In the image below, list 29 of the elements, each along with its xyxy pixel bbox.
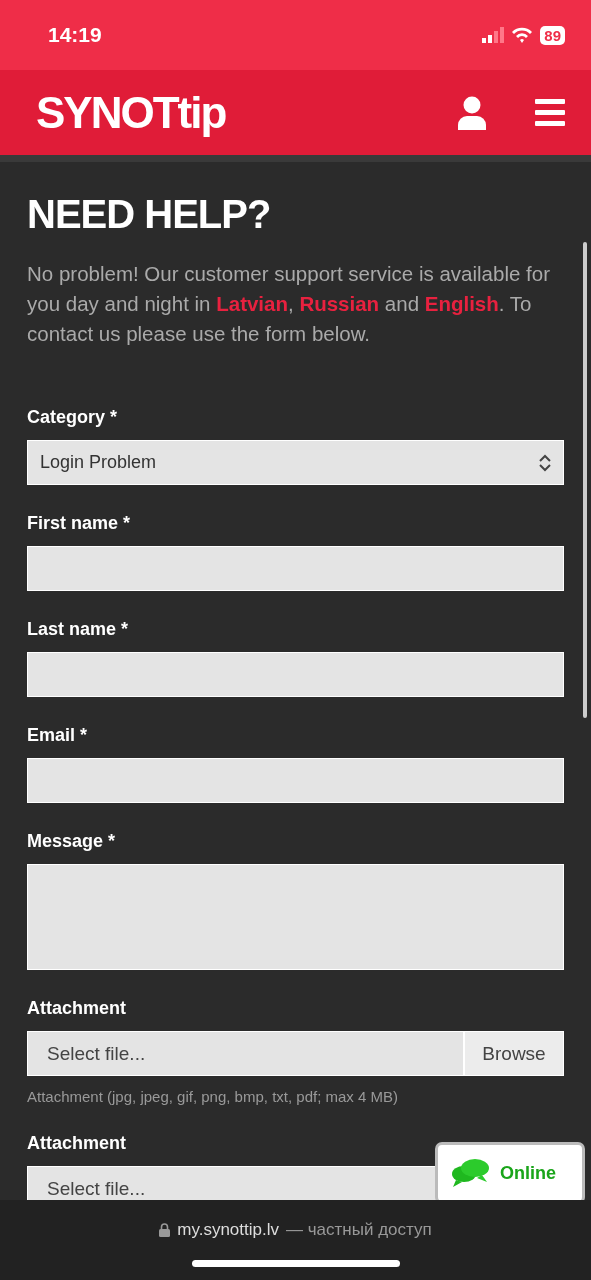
clock: 14:19 (48, 23, 103, 47)
browse-button[interactable]: Browse (463, 1032, 563, 1075)
user-icon[interactable] (457, 95, 487, 130)
field-label: Category * (27, 407, 119, 428)
category-select[interactable]: Login Problem (27, 440, 564, 485)
chat-icon (450, 1157, 490, 1189)
input-field[interactable] (27, 546, 564, 591)
file-field[interactable]: Select file... Browse (27, 1031, 564, 1076)
battery-level: 89 (540, 25, 565, 45)
field-label: Last name * (27, 619, 130, 640)
field-label: Attachment (27, 998, 127, 1019)
lock-icon (159, 1223, 171, 1237)
wifi-icon (511, 27, 534, 43)
private-access-label: — частный доступ (286, 1220, 432, 1240)
chevron-icon (537, 453, 553, 472)
message-field[interactable] (27, 864, 564, 970)
field-label: Email * (27, 725, 89, 746)
page-title: NEED HELP? (27, 192, 272, 237)
menu-icon[interactable] (535, 99, 565, 126)
url-domain[interactable]: my.synottip.lv (177, 1220, 279, 1240)
scrollbar[interactable] (583, 242, 587, 718)
input-field[interactable] (27, 652, 564, 697)
intro-text: No problem! Our customer support service is available for you day and night in Latvian, Russian and English. To contact us please use the form below. (27, 261, 551, 347)
field-label: Message * (27, 831, 117, 852)
signal-icon (482, 27, 505, 43)
field-hint: Attachment (jpg, jpeg, gif, png, bmp, txt, pdf; max 4 MB) (27, 1088, 399, 1105)
input-field[interactable] (27, 758, 564, 803)
field-label: Attachment (27, 1133, 127, 1154)
field-label: First name * (27, 513, 132, 534)
